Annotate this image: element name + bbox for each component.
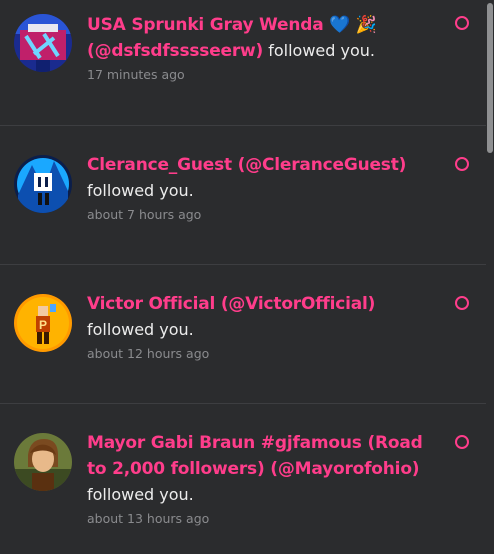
mayor-avatar-icon [14,433,72,491]
notification-user[interactable]: USA Sprunki Gray Wenda 💙 🎉 [87,12,442,38]
unread-dot-icon[interactable] [455,157,469,171]
notification-time: about 7 hours ago [87,207,202,222]
unread-dot-icon[interactable] [455,296,469,310]
sprunki-avatar-icon [14,14,72,72]
notification-list: USA Sprunki Gray Wenda 💙 🎉 (@dsfsdfsssse… [0,0,486,554]
guest-avatar-icon [14,155,72,213]
notification-action: followed you. [268,41,375,60]
notification-action: followed you. [87,485,194,504]
notification-time: about 13 hours ago [87,511,210,526]
scrollbar[interactable] [486,0,494,554]
unread-dot-icon[interactable] [455,16,469,30]
notification-item[interactable]: Mayor Gabi Braun #gjfamous (Road to 2,00… [0,404,486,554]
user-handle[interactable]: (@dsfsdfsssseerw) [87,41,263,61]
avatar[interactable] [14,155,72,213]
user-name[interactable]: Victor Official (@VictorOfficial) [87,291,442,317]
scrollbar-thumb[interactable] [487,3,493,153]
avatar[interactable] [14,433,72,491]
victor-avatar-icon: P [14,294,72,352]
avatar[interactable]: P [14,294,72,352]
notification-item[interactable]: USA Sprunki Gray Wenda 💙 🎉 (@dsfsdfsssse… [0,0,486,126]
unread-dot-icon[interactable] [455,435,469,449]
notification-time: 17 minutes ago [87,67,185,82]
user-name[interactable]: USA Sprunki Gray Wenda [87,15,324,35]
notification-time: about 12 hours ago [87,346,210,361]
emoji-icon: 💙 🎉 [329,15,377,35]
user-name[interactable]: Mayor Gabi Braun #gjfamous (Road to 2,00… [87,430,442,482]
notification-item[interactable]: P Victor Official (@VictorOfficial) foll… [0,265,486,404]
avatar[interactable] [14,14,72,72]
notification-item[interactable]: Clerance_Guest (@CleranceGuest) followed… [0,126,486,265]
svg-text:P: P [39,318,47,332]
notification-action: followed you. [87,320,194,339]
user-name[interactable]: Clerance_Guest (@CleranceGuest) [87,152,442,178]
notification-action: followed you. [87,181,194,200]
